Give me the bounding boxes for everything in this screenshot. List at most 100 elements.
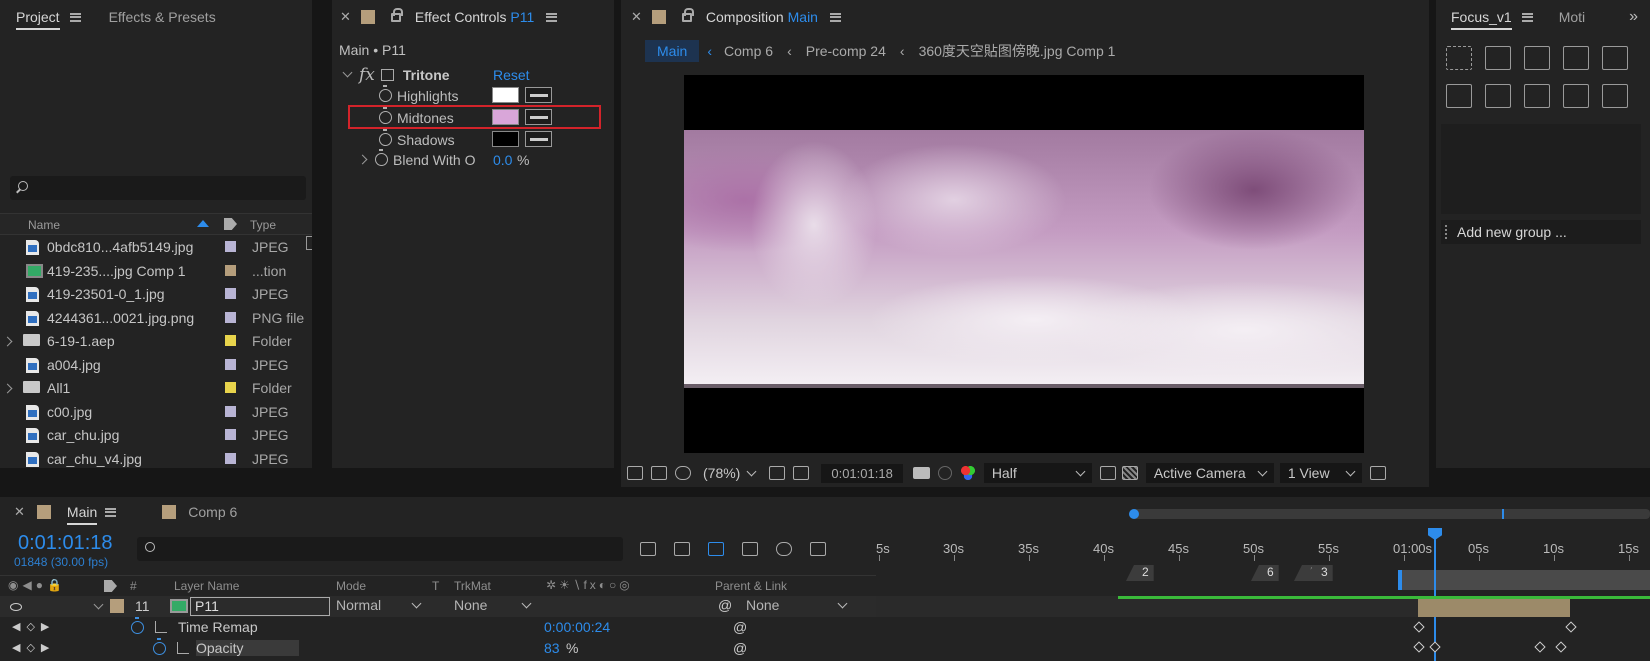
monitor-icon[interactable]	[651, 466, 667, 480]
current-time[interactable]: 0:01:01:18	[18, 532, 113, 555]
label-color-swatch[interactable]	[225, 288, 236, 299]
camera-snapshot-icon[interactable]	[912, 467, 930, 479]
tab-focus[interactable]: Focus_v1	[1436, 9, 1522, 30]
tab-main[interactable]: Main	[57, 504, 98, 525]
graph-icon[interactable]	[177, 642, 189, 654]
eyedropper-icon[interactable]	[525, 87, 552, 103]
mode-dropdown[interactable]: Normal	[336, 597, 420, 613]
tab-motion[interactable]: Moti	[1533, 9, 1595, 25]
lock-icon[interactable]	[390, 7, 403, 22]
keyframe[interactable]	[1413, 621, 1425, 633]
drag-handle-icon[interactable]	[1445, 225, 1449, 239]
region-icon[interactable]	[793, 466, 810, 480]
close-icon[interactable]: ✕	[14, 504, 25, 520]
layer-name-header[interactable]: Layer Name	[174, 579, 239, 593]
project-item[interactable]: c00.jpg JPEG	[0, 401, 306, 424]
group-right-icon[interactable]	[1524, 84, 1550, 108]
flowchart-icon[interactable]	[306, 236, 312, 250]
current-time-field[interactable]: 0:01:01:18	[821, 463, 903, 483]
tab-effect-controls[interactable]: Effect Controls P11	[409, 9, 538, 25]
safe-area-icon[interactable]	[769, 466, 786, 480]
stopwatch-icon[interactable]	[379, 107, 392, 124]
project-item[interactable]: car_chu_v4.jpg JPEG	[0, 448, 306, 469]
views-dropdown[interactable]: 1 View	[1279, 463, 1362, 483]
close-icon[interactable]: ✕	[340, 9, 351, 25]
keyframe[interactable]	[1534, 641, 1546, 653]
panel-menu-icon[interactable]	[69, 12, 81, 22]
tab-comp6[interactable]: Comp 6	[176, 504, 247, 520]
breadcrumb-precomp24[interactable]: Pre-comp 24	[806, 43, 886, 59]
show-snapshot-icon[interactable]	[937, 466, 952, 480]
comp-marker[interactable]: 2	[1126, 565, 1154, 581]
project-item[interactable]: 0bdc810...4afb5149.jpg JPEG	[0, 236, 306, 259]
twirl-open-icon[interactable]	[93, 599, 104, 610]
draft-3d-icon[interactable]	[674, 542, 690, 556]
camera-dropdown[interactable]: Active Camera	[1145, 463, 1274, 483]
effect-row-blend[interactable]: Blend With O 0.0 %	[332, 148, 614, 171]
project-search-input[interactable]	[10, 176, 306, 200]
effect-property-row[interactable]: Midtones	[332, 106, 614, 129]
shy-layers-icon[interactable]	[708, 542, 724, 556]
add-group-row[interactable]: Add new group ...	[1441, 220, 1641, 244]
label-color-swatch[interactable]	[225, 311, 236, 323]
panel-menu-icon[interactable]	[829, 12, 841, 22]
keyframe[interactable]	[1429, 641, 1441, 653]
project-item[interactable]: 6-19-1.aep Folder	[0, 330, 306, 353]
color-swatch[interactable]	[492, 109, 519, 125]
keyframe[interactable]	[1555, 641, 1567, 653]
tab-effects-presets[interactable]: Effects & Presets	[99, 9, 226, 25]
close-icon[interactable]: ✕	[631, 9, 642, 25]
effect-row-tritone[interactable]: fx Tritone Reset	[332, 63, 614, 86]
effect-property-row[interactable]: Highlights	[332, 84, 614, 107]
graph-editor-icon[interactable]	[810, 542, 826, 556]
tab-composition[interactable]: Composition Main	[700, 9, 822, 25]
comp-flowchart-icon[interactable]	[640, 542, 656, 556]
label-tag-icon[interactable]	[224, 218, 237, 230]
twirl-closed-icon[interactable]	[357, 154, 368, 165]
timeline-property-value[interactable]: 0:00:00:24	[544, 619, 610, 635]
fx-icon[interactable]: fx	[359, 65, 375, 85]
label-color-swatch[interactable]	[225, 382, 236, 393]
layer-name[interactable]: P11	[190, 597, 330, 616]
color-swatch[interactable]	[492, 131, 519, 147]
comp-viewer-area[interactable]	[621, 68, 1429, 458]
timeline-property-row[interactable]: ◀◇▶ Time Remap 0:00:00:24 @	[0, 617, 876, 638]
label-color-swatch[interactable]	[225, 358, 236, 370]
fast-preview-icon[interactable]	[1099, 466, 1116, 480]
distribute-icon[interactable]	[1524, 46, 1550, 70]
eyedropper-icon[interactable]	[525, 131, 552, 147]
stopwatch-icon[interactable]	[375, 149, 388, 166]
layer-label-swatch[interactable]	[110, 599, 124, 613]
timeline-property-row[interactable]: ◀◇▶ Opacity 83% @	[0, 638, 876, 659]
mask-view-icon[interactable]	[675, 466, 691, 480]
twirl-closed-icon[interactable]	[2, 336, 13, 347]
project-item[interactable]: 419-235....jpg Comp 1 ...tion	[0, 260, 306, 283]
twirl-open-icon[interactable]	[342, 67, 353, 78]
resolution-dropdown[interactable]: Half	[983, 463, 1092, 483]
pickwhip-icon[interactable]: @	[733, 619, 747, 635]
keyframe-navigator[interactable]: ◀◇▶	[12, 620, 55, 633]
frame-blending-icon[interactable]	[742, 542, 758, 556]
motion-blur-icon[interactable]	[776, 542, 792, 556]
trkmat-dropdown[interactable]: None	[454, 597, 530, 613]
navigator-start-handle[interactable]	[1129, 509, 1139, 519]
group-minus-icon[interactable]	[1563, 84, 1589, 108]
eye-icon[interactable]	[10, 602, 22, 611]
group-import-icon[interactable]	[1446, 84, 1472, 108]
label-color-swatch[interactable]	[225, 264, 236, 276]
graph-icon[interactable]	[155, 621, 167, 633]
eyedropper-icon[interactable]	[525, 109, 552, 125]
layer-duration-bar[interactable]	[1418, 596, 1570, 617]
label-color-swatch[interactable]	[225, 452, 236, 464]
project-item[interactable]: a004.jpg JPEG	[0, 354, 306, 377]
pickwhip-icon[interactable]: @	[718, 597, 732, 613]
label-color-swatch[interactable]	[225, 405, 236, 417]
project-item[interactable]: All1 Folder	[0, 377, 306, 400]
snapshot-toggle-icon[interactable]	[627, 466, 643, 480]
anchor-icon[interactable]	[1563, 46, 1589, 70]
pickwhip-icon[interactable]: @	[733, 640, 747, 656]
stopwatch-icon[interactable]	[131, 617, 144, 634]
comp-canvas[interactable]	[684, 75, 1364, 453]
zoom-dropdown[interactable]: (78%)	[703, 465, 755, 481]
breadcrumb-sky-comp[interactable]: 360度天空貼图傍晚.jpg Comp 1	[919, 41, 1116, 61]
